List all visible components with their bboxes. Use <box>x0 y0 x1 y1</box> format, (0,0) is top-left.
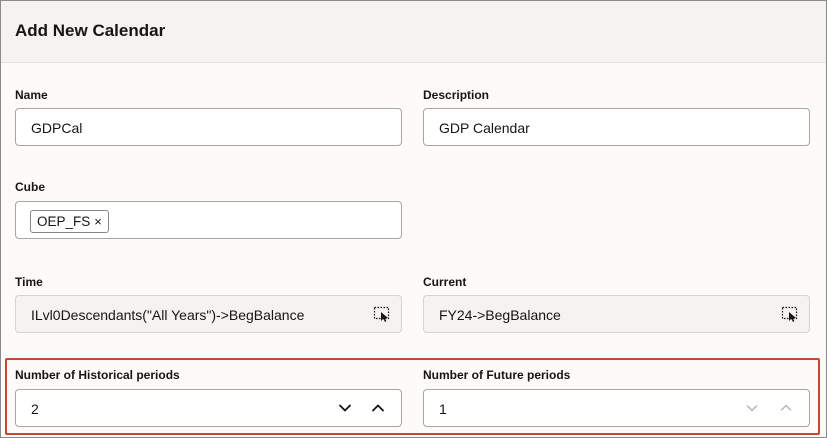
name-label: Name <box>15 88 48 102</box>
time-input[interactable]: ILvl0Descendants("All Years")->BegBalanc… <box>15 295 402 333</box>
dialog-header: Add New Calendar <box>1 1 826 63</box>
description-value: GDP Calendar <box>439 120 530 136</box>
historical-periods-label: Number of Historical periods <box>15 368 180 382</box>
cube-chip: OEP_FS × <box>30 210 109 233</box>
name-value: GDPCal <box>31 120 83 136</box>
cube-chip-label: OEP_FS <box>37 214 91 229</box>
current-value: FY24->BegBalance <box>439 307 561 323</box>
chevron-up-icon[interactable] <box>778 400 794 416</box>
cube-label: Cube <box>15 180 45 194</box>
time-label: Time <box>15 275 43 289</box>
current-input[interactable]: FY24->BegBalance <box>423 295 810 333</box>
name-input[interactable]: GDPCal <box>15 108 402 146</box>
description-label: Description <box>423 88 490 102</box>
dialog-title: Add New Calendar <box>15 21 166 40</box>
chevron-down-icon[interactable] <box>337 400 353 416</box>
historical-periods-value: 2 <box>31 401 39 417</box>
member-selector-icon[interactable] <box>781 305 799 323</box>
chevron-down-icon[interactable] <box>744 400 760 416</box>
time-value: ILvl0Descendants("All Years")->BegBalanc… <box>31 307 305 323</box>
historical-periods-stepper[interactable]: 2 <box>15 389 402 427</box>
add-calendar-dialog: Add New Calendar Name GDPCal Description… <box>0 0 827 438</box>
cube-input[interactable]: OEP_FS × <box>15 201 402 239</box>
remove-chip-icon[interactable]: × <box>94 215 102 228</box>
chevron-up-icon[interactable] <box>370 400 386 416</box>
future-periods-stepper[interactable]: 1 <box>423 389 810 427</box>
current-label: Current <box>423 275 467 289</box>
future-periods-label: Number of Future periods <box>423 368 571 382</box>
member-selector-icon[interactable] <box>373 305 391 323</box>
future-periods-value: 1 <box>439 401 447 417</box>
description-input[interactable]: GDP Calendar <box>423 108 810 146</box>
